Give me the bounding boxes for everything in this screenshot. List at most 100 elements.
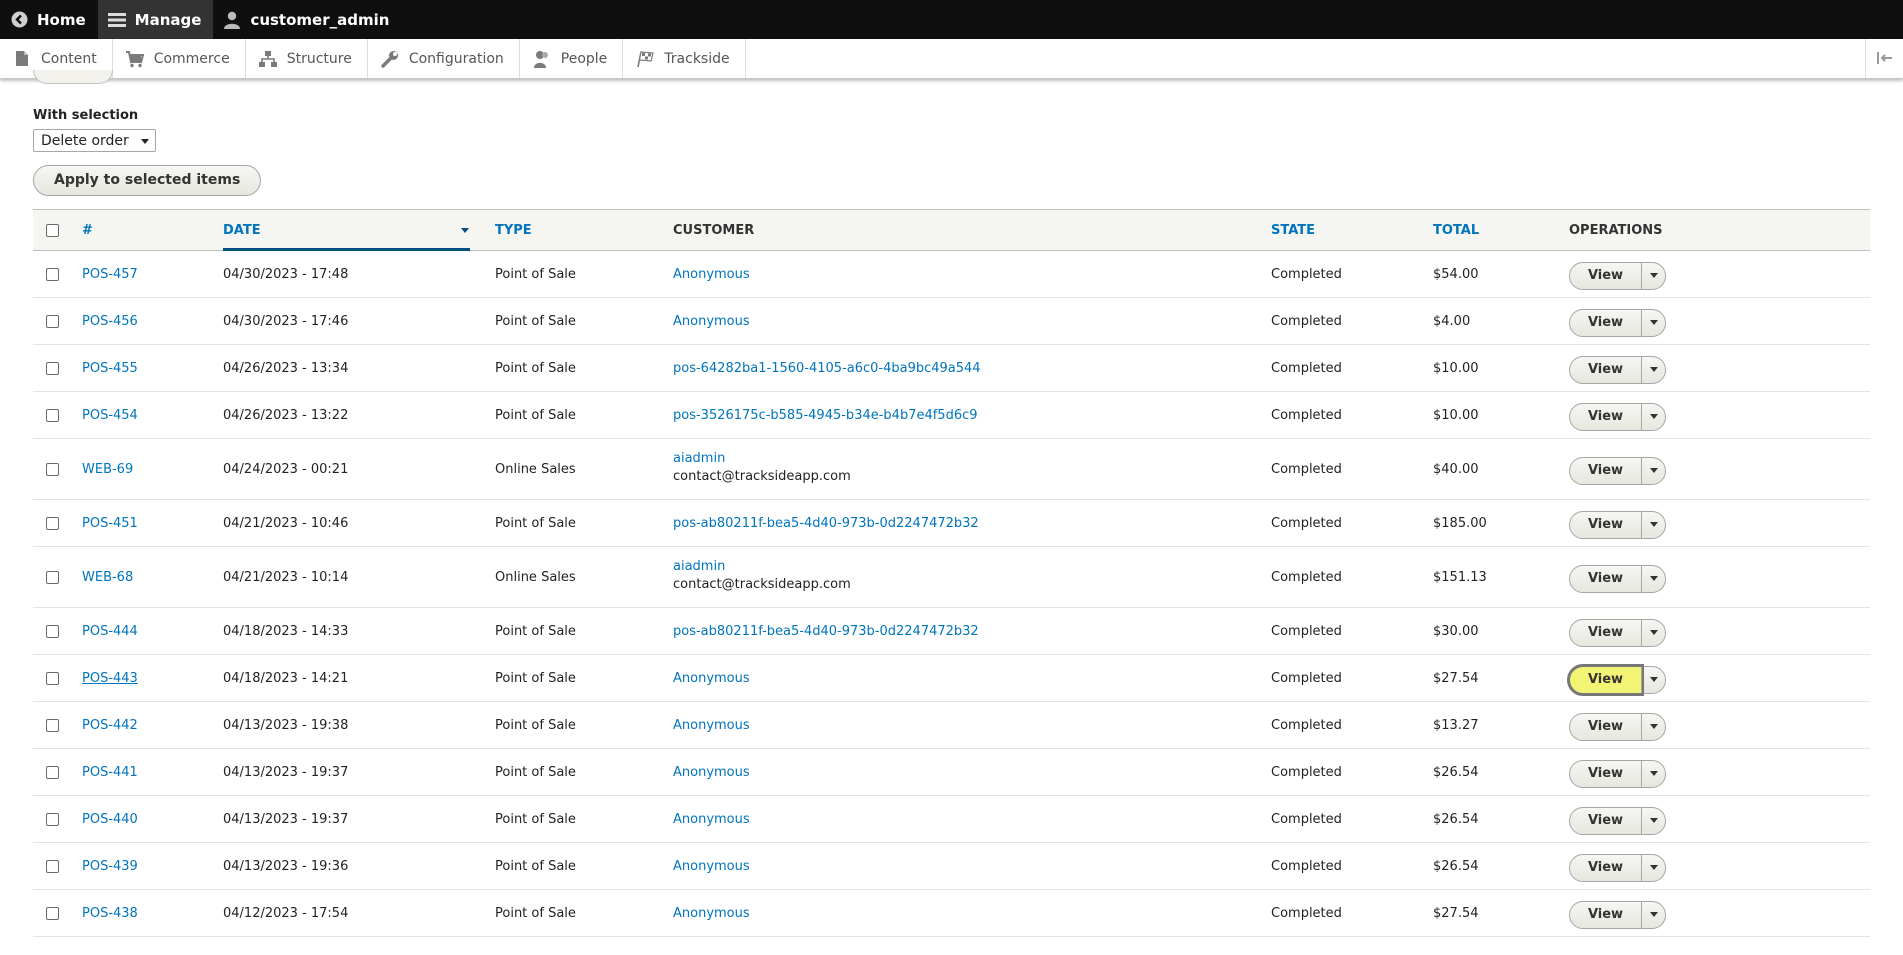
- customer-link[interactable]: Anonymous: [673, 671, 750, 686]
- dropbutton-toggle[interactable]: [1642, 808, 1665, 834]
- dropbutton-toggle[interactable]: [1642, 310, 1665, 336]
- order-number-link[interactable]: POS-441: [82, 765, 138, 780]
- customer-link[interactable]: pos-ab80211f-bea5-4d40-973b-0d2247472b32: [673, 624, 979, 639]
- column-header-date[interactable]: Date: [223, 210, 261, 251]
- order-number-link[interactable]: POS-439: [82, 859, 138, 874]
- order-total: $10.00: [1433, 360, 1479, 376]
- order-number-link[interactable]: WEB-68: [82, 570, 133, 585]
- operations-dropbutton: View: [1569, 308, 1666, 337]
- order-state: Completed: [1271, 858, 1342, 874]
- order-number-link[interactable]: POS-451: [82, 516, 138, 531]
- order-number-link[interactable]: WEB-69: [82, 462, 133, 477]
- dropbutton-toggle[interactable]: [1642, 512, 1665, 538]
- row-checkbox[interactable]: [46, 718, 59, 732]
- dropbutton-toggle[interactable]: [1642, 761, 1665, 787]
- view-button[interactable]: View: [1570, 357, 1641, 383]
- view-button[interactable]: View: [1570, 761, 1641, 787]
- partially-hidden-button[interactable]: [33, 70, 113, 84]
- row-checkbox[interactable]: [46, 516, 59, 530]
- view-button[interactable]: View: [1570, 263, 1641, 289]
- row-checkbox[interactable]: [46, 765, 59, 779]
- tray-item-configuration[interactable]: Configuration: [368, 39, 520, 78]
- view-button[interactable]: View: [1570, 902, 1641, 928]
- row-checkbox[interactable]: [46, 671, 59, 685]
- wrench-icon: [380, 49, 400, 69]
- view-button[interactable]: View: [1570, 566, 1641, 592]
- customer-link[interactable]: pos-3526175c-b585-4945-b34e-b4b7e4f5d6c9: [673, 408, 978, 423]
- dropbutton-toggle[interactable]: [1642, 357, 1665, 383]
- customer-link[interactable]: Anonymous: [673, 765, 750, 780]
- order-number-link[interactable]: POS-454: [82, 408, 138, 423]
- column-header-total[interactable]: Total: [1433, 210, 1479, 251]
- row-checkbox[interactable]: [46, 462, 59, 476]
- order-type: Point of Sale: [495, 515, 576, 531]
- dropbutton-toggle[interactable]: [1642, 855, 1665, 881]
- customer-link[interactable]: Anonymous: [673, 906, 750, 921]
- home-link[interactable]: Home: [0, 0, 98, 39]
- row-checkbox[interactable]: [46, 361, 59, 375]
- dropbutton-toggle[interactable]: [1642, 902, 1665, 928]
- row-checkbox[interactable]: [46, 624, 59, 638]
- tray-item-commerce[interactable]: Commerce: [113, 39, 246, 78]
- customer-link[interactable]: Anonymous: [673, 859, 750, 874]
- view-button[interactable]: View: [1570, 310, 1641, 336]
- order-total: $40.00: [1433, 461, 1479, 477]
- table-row: POS-439 04/13/2023 - 19:36 Point of Sale An…: [33, 843, 1870, 890]
- order-number-link[interactable]: POS-440: [82, 812, 138, 827]
- column-header-type[interactable]: Type: [495, 210, 532, 251]
- dropbutton-toggle[interactable]: [1642, 566, 1665, 592]
- dropbutton-toggle[interactable]: [1642, 667, 1665, 693]
- view-button[interactable]: View: [1570, 855, 1641, 881]
- row-checkbox[interactable]: [46, 314, 59, 328]
- column-header-state[interactable]: State: [1271, 210, 1315, 251]
- tray-item-people[interactable]: People: [520, 39, 624, 78]
- order-number-link[interactable]: POS-444: [82, 624, 138, 639]
- row-checkbox[interactable]: [46, 570, 59, 584]
- view-button[interactable]: View: [1570, 404, 1641, 430]
- row-checkbox[interactable]: [46, 408, 59, 422]
- view-button[interactable]: View: [1570, 808, 1641, 834]
- row-checkbox[interactable]: [46, 812, 59, 826]
- order-number-link[interactable]: POS-456: [82, 314, 138, 329]
- row-checkbox[interactable]: [46, 267, 59, 281]
- order-state: Completed: [1271, 313, 1342, 329]
- order-state: Completed: [1271, 461, 1342, 477]
- customer-link[interactable]: Anonymous: [673, 812, 750, 827]
- order-number-link[interactable]: POS-442: [82, 718, 138, 733]
- order-total: $10.00: [1433, 407, 1479, 423]
- view-button[interactable]: View: [1570, 458, 1641, 484]
- dropbutton-toggle[interactable]: [1642, 263, 1665, 289]
- order-number-link[interactable]: POS-455: [82, 361, 138, 376]
- dropbutton-toggle[interactable]: [1642, 458, 1665, 484]
- apply-to-selected-button[interactable]: Apply to selected items: [33, 165, 262, 196]
- column-header-number[interactable]: #: [82, 210, 93, 251]
- select-all-checkbox[interactable]: [46, 224, 59, 237]
- customer-link[interactable]: Anonymous: [673, 718, 750, 733]
- tray-item-trackside[interactable]: Trackside: [623, 39, 746, 78]
- customer-link[interactable]: pos-64282ba1-1560-4105-a6c0-4ba9bc49a544: [673, 361, 981, 376]
- bulk-action-select[interactable]: Delete order: [33, 129, 156, 152]
- dropbutton-toggle[interactable]: [1642, 404, 1665, 430]
- customer-link[interactable]: aiadmin: [673, 559, 851, 574]
- tray-item-structure[interactable]: Structure: [246, 39, 368, 78]
- customer-link[interactable]: Anonymous: [673, 267, 750, 282]
- order-number-link[interactable]: POS-438: [82, 906, 138, 921]
- order-number-link[interactable]: POS-443: [82, 671, 138, 686]
- user-link[interactable]: customer_admin: [213, 0, 401, 39]
- manage-link[interactable]: Manage: [97, 0, 214, 39]
- view-button[interactable]: View: [1567, 663, 1644, 696]
- view-button[interactable]: View: [1570, 512, 1641, 538]
- order-type: Point of Sale: [495, 623, 576, 639]
- customer-link[interactable]: aiadmin: [673, 451, 851, 466]
- view-button[interactable]: View: [1570, 714, 1641, 740]
- dropbutton-toggle[interactable]: [1642, 620, 1665, 646]
- dropbutton-toggle[interactable]: [1642, 714, 1665, 740]
- row-checkbox[interactable]: [46, 906, 59, 920]
- row-checkbox[interactable]: [46, 859, 59, 873]
- customer-link[interactable]: Anonymous: [673, 314, 750, 329]
- chevron-down-icon: [1649, 630, 1658, 635]
- tray-orientation-toggle[interactable]: [1865, 39, 1903, 78]
- view-button[interactable]: View: [1570, 620, 1641, 646]
- customer-link[interactable]: pos-ab80211f-bea5-4d40-973b-0d2247472b32: [673, 516, 979, 531]
- order-number-link[interactable]: POS-457: [82, 267, 138, 282]
